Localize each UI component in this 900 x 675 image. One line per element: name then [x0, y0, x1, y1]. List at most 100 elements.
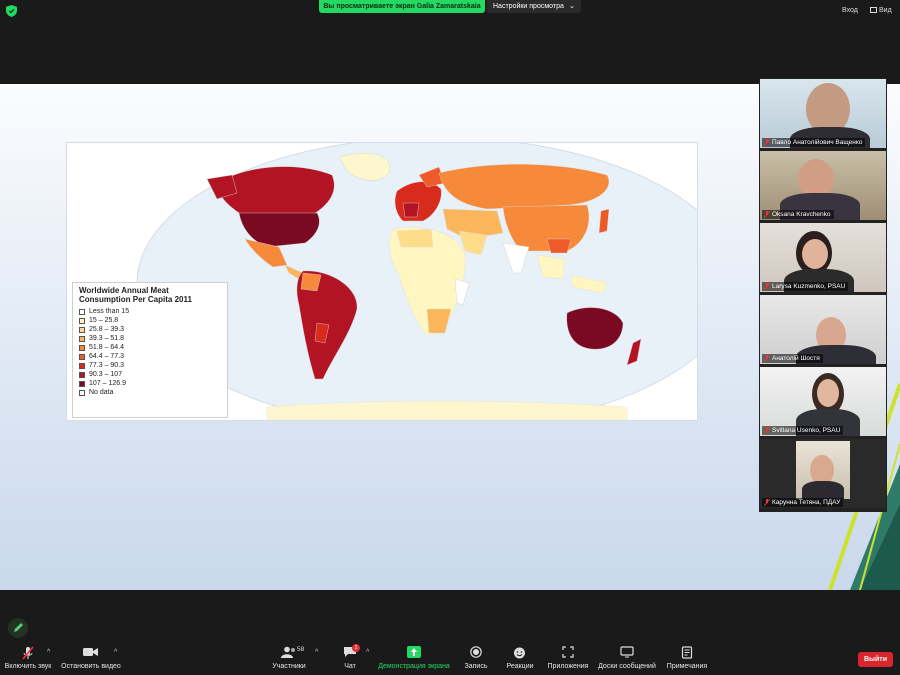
legend-swatch	[79, 371, 85, 378]
chat-label: Чат	[344, 663, 356, 670]
participants-icon	[281, 646, 295, 658]
participant-name-tag: Larysa Kuzmenko, PSAU	[762, 282, 849, 291]
participant-name-tag: Oksana Kravchenko	[762, 210, 834, 219]
legend-label: 64.4 – 77.3	[89, 353, 125, 360]
legend-label: 25.8 – 39.3	[89, 326, 125, 333]
apps-icon	[562, 646, 574, 658]
participant-tile[interactable]: Oksana Kravchenko	[760, 151, 886, 220]
participants-options-caret-icon[interactable]: ^	[315, 649, 318, 656]
participant-name-tag: Карунна Тетяна, ПДАУ	[762, 498, 844, 507]
emoji-reaction-icon	[514, 647, 525, 659]
legend-item: 15 – 25.8	[79, 316, 221, 325]
participant-tile[interactable]: Svitlana Usenko, PSAU	[760, 367, 886, 436]
screen-share-banner: Вы просматриваете экран Galia Zamaratska…	[319, 0, 485, 13]
stop-video-label: Остановить видео	[61, 663, 121, 670]
participant-name: Larysa Kuzmenko, PSAU	[772, 283, 846, 290]
mic-muted-icon	[764, 499, 770, 506]
top-bar: Вы просматриваете экран Galia Zamaratska…	[0, 0, 900, 22]
participants-count: 58	[297, 646, 305, 653]
legend-item: Less than 15	[79, 307, 221, 316]
leave-label: Выйти	[863, 656, 888, 663]
participant-tile[interactable]: Карунна Тетяна, ПДАУ	[760, 439, 886, 508]
participant-name-tag: Павло Анатолійович Ващенко	[762, 138, 866, 147]
legend-label: Less than 15	[89, 308, 130, 315]
stop-video-button[interactable]: Остановить видео	[60, 640, 122, 675]
view-options-button[interactable]: Настройки просмотра ⌄	[487, 0, 581, 13]
participant-name: Svitlana Usenko, PSAU	[772, 427, 841, 434]
grid-icon	[870, 7, 877, 13]
legend-swatch	[79, 353, 85, 360]
participants-label: Участники	[272, 663, 306, 670]
share-screen-label: Демонстрация экрана	[378, 663, 450, 670]
whiteboard-icon	[620, 646, 634, 658]
legend-label: 15 – 25.8	[89, 317, 119, 324]
record-icon	[470, 646, 482, 658]
legend-item: 39.3 – 51.8	[79, 334, 221, 343]
legend-swatch	[79, 344, 85, 351]
whiteboards-label: Доски сообщений	[598, 663, 656, 670]
meeting-toolbar: Включить звук ^ Остановить видео ^ 58 Уч…	[0, 640, 900, 675]
participants-button[interactable]: 58 Участники	[268, 640, 310, 675]
record-label: Запись	[464, 663, 488, 670]
video-feed	[796, 441, 850, 501]
chevron-down-icon: ⌄	[569, 3, 575, 10]
legend-swatch	[79, 389, 85, 396]
participant-name-tag: Svitlana Usenko, PSAU	[762, 426, 844, 435]
view-options-label: Настройки просмотра	[493, 3, 564, 10]
participant-face	[802, 239, 828, 269]
legend-swatch	[79, 362, 85, 369]
legend-item: 90.3 – 107	[79, 370, 221, 379]
participant-tile[interactable]: Анатолій Шостя	[760, 295, 886, 364]
mic-muted-icon	[764, 211, 770, 218]
legend-label: 90.3 – 107	[89, 371, 123, 378]
legend-label: 77.3 – 90.3	[89, 362, 125, 369]
participant-name: Анатолій Шостя	[772, 355, 820, 362]
apps-button[interactable]: Приложения	[546, 640, 590, 675]
participant-gallery: Павло Анатолійович Ващенко Oksana Kravch…	[759, 78, 887, 512]
annotate-button[interactable]	[8, 618, 28, 638]
legend-item: No data	[79, 388, 221, 397]
unmute-button[interactable]: Включить звук	[2, 640, 54, 675]
notes-label: Примечания	[666, 663, 708, 670]
chat-button[interactable]: 1 Чат	[336, 640, 364, 675]
participant-tile[interactable]: Larysa Kuzmenko, PSAU	[760, 223, 886, 292]
legend-items: Less than 15 15 – 25.8 25.8 – 39.3 39.3 – 5…	[79, 307, 221, 397]
view-label: Вид	[879, 7, 892, 14]
participant-face	[817, 379, 839, 407]
mic-muted-icon	[764, 355, 770, 362]
notes-icon	[681, 646, 693, 659]
participant-name: Oksana Kravchenko	[772, 211, 831, 218]
pencil-icon	[14, 623, 23, 632]
unmute-label: Включить звук	[4, 663, 52, 670]
notes-button[interactable]: Примечания	[666, 640, 708, 675]
login-button[interactable]: Вход	[842, 7, 858, 14]
video-options-caret-icon[interactable]: ^	[114, 649, 117, 656]
legend-item: 25.8 – 39.3	[79, 325, 221, 334]
participant-tile[interactable]: Павло Анатолійович Ващенко	[760, 79, 886, 148]
security-shield-icon[interactable]	[6, 5, 17, 17]
legend-label: No data	[89, 389, 114, 396]
apps-label: Приложения	[547, 663, 589, 670]
legend-item: 64.4 – 77.3	[79, 352, 221, 361]
world-meat-consumption-map: Worldwide Annual Meat Consumption Per Ca…	[66, 142, 698, 421]
mic-muted-icon	[764, 139, 770, 146]
share-screen-button[interactable]: Демонстрация экрана	[378, 640, 450, 675]
participant-name-tag: Анатолій Шостя	[762, 354, 823, 363]
login-label: Вход	[842, 7, 858, 14]
whiteboards-button[interactable]: Доски сообщений	[598, 640, 656, 675]
participant-name: Павло Анатолійович Ващенко	[772, 139, 863, 146]
map-legend: Worldwide Annual Meat Consumption Per Ca…	[72, 282, 228, 418]
reactions-button[interactable]: Реакции	[506, 640, 534, 675]
legend-item: 51.8 – 64.4	[79, 343, 221, 352]
audio-options-caret-icon[interactable]: ^	[47, 649, 50, 656]
mic-muted-icon	[764, 427, 770, 434]
record-button[interactable]: Запись	[462, 640, 490, 675]
participant-name: Карунна Тетяна, ПДАУ	[772, 499, 841, 506]
chat-options-caret-icon[interactable]: ^	[366, 649, 369, 656]
leave-meeting-button[interactable]: Выйти	[858, 652, 893, 667]
view-button[interactable]: Вид	[870, 7, 892, 14]
reactions-label: Реакции	[506, 663, 534, 670]
legend-swatch	[79, 308, 85, 315]
legend-label: 39.3 – 51.8	[89, 335, 125, 342]
legend-swatch	[79, 380, 85, 387]
